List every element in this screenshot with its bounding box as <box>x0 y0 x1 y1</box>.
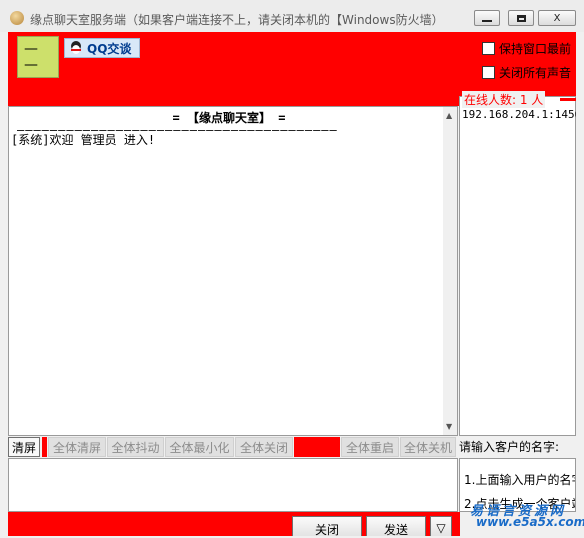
minimize-button[interactable] <box>474 10 500 26</box>
send-options-button[interactable]: ▽ <box>430 516 452 536</box>
mute-all-checkbox[interactable]: 关闭所有声音 <box>482 64 571 81</box>
shake-all-button[interactable]: 全体抖动 <box>107 437 164 457</box>
qq-chat-label: QQ交谈 <box>87 41 132 56</box>
title-bar[interactable]: 缘点聊天室服务端（如果客户端连接不上，请关闭本机的【Windows防火墙） X <box>0 0 584 32</box>
qq-chat-button[interactable]: QQ交谈 <box>64 38 140 58</box>
close-button[interactable]: 关闭 <box>292 516 362 537</box>
restart-all-button[interactable]: 全体重启 <box>341 437 399 457</box>
shutdown-all-button[interactable]: 全体关机 <box>400 437 456 457</box>
toolbar-separator <box>42 437 47 457</box>
chat-scrollbar[interactable]: ▲ ▼ <box>443 107 457 435</box>
message-input[interactable] <box>8 458 458 512</box>
close-window-button[interactable]: X <box>538 10 576 26</box>
maximize-button[interactable] <box>508 10 534 26</box>
online-count-label: 在线人数: 1 人 <box>462 91 546 108</box>
close-icon: X <box>553 12 561 24</box>
chat-log[interactable]: = 【缘点聊天室】 = ————————————————————————————… <box>8 106 458 436</box>
toolbar-red-block <box>294 437 340 457</box>
checkbox-icon[interactable] <box>482 42 495 55</box>
maximize-icon <box>516 14 526 22</box>
chat-message: [系统]欢迎 管理员 进入! <box>11 133 156 147</box>
online-accent-line <box>560 98 576 101</box>
close-all-button[interactable]: 全体关闭 <box>235 437 293 457</box>
scroll-down-icon[interactable]: ▼ <box>446 422 452 431</box>
app-window: 缘点聊天室服务端（如果客户端连接不上，请关闭本机的【Windows防火墙） X … <box>0 0 584 537</box>
checkbox-icon[interactable] <box>482 66 495 79</box>
qq-penguin-icon <box>69 41 83 55</box>
send-button[interactable]: 发送 <box>366 516 426 537</box>
app-icon <box>10 11 24 25</box>
online-users-list[interactable] <box>459 96 576 436</box>
avatar[interactable]: — — <box>17 36 59 78</box>
admin-toolbar: 清屏 全体清屏 全体抖动 全体最小化 全体关闭 全体重启 全体关机 <box>8 437 456 457</box>
minimize-all-button[interactable]: 全体最小化 <box>165 437 234 457</box>
online-user-item[interactable]: 192.168.204.1:14561 <box>462 108 576 121</box>
mute-all-label: 关闭所有声音 <box>499 66 572 80</box>
keep-on-top-checkbox[interactable]: 保持窗口最前 <box>482 40 571 57</box>
site-watermark: 易语言资源网 www.e5a5x.com <box>466 498 584 534</box>
scroll-up-icon[interactable]: ▲ <box>446 111 452 120</box>
window-title: 缘点聊天室服务端（如果客户端连接不上，请关闭本机的【Windows防火墙） <box>30 13 444 27</box>
clear-all-button[interactable]: 全体清屏 <box>48 437 106 457</box>
help-line: 1.上面输入用户的名字 <box>464 473 576 487</box>
minimize-icon <box>482 19 492 22</box>
keep-on-top-label: 保持窗口最前 <box>499 42 572 56</box>
clear-button[interactable]: 清屏 <box>8 437 40 457</box>
watermark-url: www.e5a5x.com <box>476 515 584 529</box>
client-name-label: 请输入客户的名字: <box>459 440 560 454</box>
